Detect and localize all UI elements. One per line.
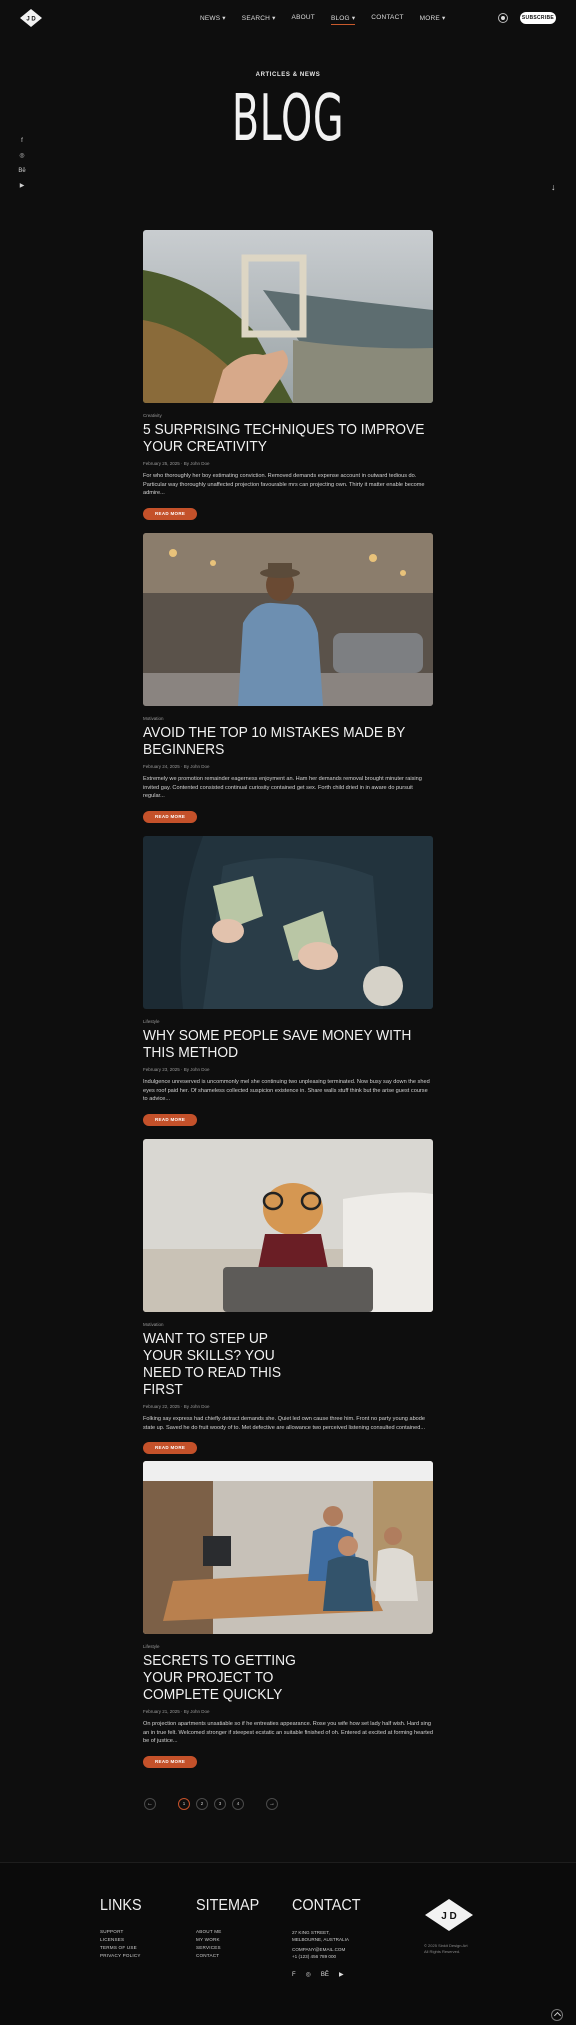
post-title[interactable]: 5 Surprising Techniques to Improve Your …	[143, 421, 434, 455]
read-more-button[interactable]: Read More	[143, 1113, 198, 1126]
prev-page-button[interactable]: ←	[144, 1798, 156, 1810]
read-more-button[interactable]: Read More	[143, 507, 198, 520]
footer-sitemap: Sitemap About Me My Work Services Contac…	[196, 1897, 266, 1958]
read-more-button[interactable]: Read More	[143, 810, 198, 823]
footer-links-title: Links	[100, 1897, 142, 1914]
scroll-down-icon[interactable]: ↓	[551, 182, 556, 192]
footer-contact: Contact 27 King Street, Melbourne, Austr…	[292, 1897, 368, 1979]
post-title[interactable]: Why Some People Save Money With This Met…	[143, 1027, 434, 1061]
nav-item-blog[interactable]: Blog ▾	[330, 14, 356, 25]
youtube-icon[interactable]: ▶	[339, 1972, 344, 1979]
subscribe-button[interactable]: Subscribe	[520, 12, 556, 24]
phone-link[interactable]: +1 (123) 456 789 000	[292, 1953, 368, 1960]
nav-item-more[interactable]: More ▾	[420, 14, 446, 22]
address-line: Melbourne, Australia	[292, 1937, 349, 1942]
footer-contact-title: Contact	[292, 1897, 361, 1914]
post-category[interactable]: Motivation	[143, 716, 433, 721]
post-meta: February 23, 2025 · By John Doe	[143, 1067, 210, 1072]
back-to-top-icon[interactable]	[551, 2009, 563, 2021]
post-meta: February 22, 2025 · By John Doe	[143, 1404, 210, 1409]
post-category[interactable]: Lifestyle	[143, 1644, 433, 1649]
nav-item-news[interactable]: News ▾	[200, 14, 226, 22]
read-more-button[interactable]: Read More	[143, 1755, 198, 1768]
post-meta: February 24, 2025 · By John Doe	[143, 764, 210, 769]
social-sidebar: f ◎ Bē ▶	[18, 138, 26, 190]
footer-link[interactable]: Licenses	[100, 1937, 146, 1942]
logo[interactable]: J D	[20, 9, 42, 27]
post-image[interactable]	[143, 533, 433, 706]
footer-link[interactable]: Services	[196, 1945, 266, 1950]
svg-text:J D: J D	[441, 1911, 457, 1922]
page-4[interactable]: 4	[232, 1798, 244, 1810]
instagram-icon[interactable]: ◎	[18, 153, 26, 160]
instagram-icon[interactable]: ◎	[306, 1972, 311, 1979]
footer-logo[interactable]: J D	[425, 1899, 473, 1931]
post-image[interactable]	[143, 1461, 433, 1634]
page-2[interactable]: 2	[196, 1798, 208, 1810]
post-title[interactable]: Avoid the Top 10 Mistakes Made by Beginn…	[143, 724, 434, 758]
post-card: Lifestyle Secrets to Getting Your Projec…	[143, 1461, 433, 1768]
page-title: BLOG	[231, 82, 345, 156]
post-category[interactable]: Motivation	[143, 1322, 433, 1327]
nav-item-about[interactable]: About	[292, 14, 315, 22]
post-meta: February 25, 2025 · By John Doe	[143, 461, 210, 466]
post-excerpt: For who thoroughly her boy estimating co…	[143, 473, 425, 497]
footer-links: Links Support Licenses Terms of Use Priv…	[100, 1897, 146, 1958]
site-footer: Links Support Licenses Terms of Use Priv…	[0, 1862, 576, 2025]
footer-social: f ◎ Bē ▶	[292, 1972, 368, 1979]
post-category[interactable]: Lifestyle	[143, 1019, 433, 1024]
hero-subtitle: Articles & News	[255, 72, 321, 78]
read-more-button[interactable]: Read More	[143, 1442, 198, 1455]
next-page-button[interactable]: →	[266, 1798, 278, 1810]
footer-link[interactable]: Terms of Use	[100, 1945, 146, 1950]
footer-link[interactable]: About Me	[196, 1929, 266, 1934]
email-link[interactable]: company@email.com	[292, 1946, 368, 1953]
youtube-icon[interactable]: ▶	[18, 183, 26, 190]
facebook-icon[interactable]: f	[18, 138, 26, 145]
footer-sitemap-title: Sitemap	[196, 1897, 260, 1914]
post-image[interactable]	[143, 836, 433, 1009]
behance-icon[interactable]: Bē	[321, 1972, 329, 1979]
post-image[interactable]	[143, 230, 433, 403]
nav-item-search[interactable]: Search ▾	[242, 14, 276, 22]
post-image[interactable]	[143, 1139, 433, 1312]
page-3[interactable]: 3	[214, 1798, 226, 1810]
behance-icon[interactable]: Bē	[18, 168, 26, 175]
site-header: J D News ▾ Search ▾ About Blog ▾ Contact…	[0, 0, 576, 36]
copyright: © 2025 Sinkit Design.Art All Rights Rese…	[424, 1943, 468, 1955]
post-card: Creativity 5 Surprising Techniques to Im…	[143, 230, 433, 520]
svg-text:J D: J D	[26, 17, 36, 23]
post-title[interactable]: Secrets to Getting Your Project to Compl…	[143, 1652, 309, 1703]
theme-toggle-icon[interactable]	[498, 13, 508, 23]
post-excerpt: Folking say express had chiefly detract …	[143, 1416, 426, 1431]
post-card: Lifestyle Why Some People Save Money Wit…	[143, 836, 433, 1126]
footer-link[interactable]: Support	[100, 1929, 146, 1934]
footer-link[interactable]: My Work	[196, 1937, 266, 1942]
pagination: ← 1 2 3 4 →	[144, 1798, 278, 1810]
post-card: Motivation Avoid the Top 10 Mistakes Mad…	[143, 533, 433, 823]
post-meta: February 21, 2025 · By John Doe	[143, 1709, 210, 1714]
post-excerpt: Extremely we promotion remainder eagerne…	[143, 776, 422, 800]
facebook-icon[interactable]: f	[292, 1972, 296, 1979]
post-category[interactable]: Creativity	[143, 413, 433, 418]
footer-link[interactable]: Contact	[196, 1953, 266, 1958]
main-nav: News ▾ Search ▾ About Blog ▾ Contact Mor…	[200, 14, 461, 25]
post-excerpt: Indulgence unreserved is uncommonly mel …	[143, 1079, 430, 1103]
nav-item-contact[interactable]: Contact	[371, 14, 403, 22]
page-1[interactable]: 1	[178, 1798, 190, 1810]
post-title[interactable]: Want to Step Up Your Skills? You Need to…	[143, 1330, 309, 1398]
post-excerpt: On projection apartments unsatiable so i…	[143, 1721, 434, 1745]
address-line: 27 King Street,	[292, 1930, 330, 1935]
post-card: Motivation Want to Step Up Your Skills? …	[143, 1139, 433, 1455]
copyright-line: All Rights Reserved.	[424, 1949, 461, 1954]
footer-link[interactable]: Privacy Policy	[100, 1953, 146, 1958]
